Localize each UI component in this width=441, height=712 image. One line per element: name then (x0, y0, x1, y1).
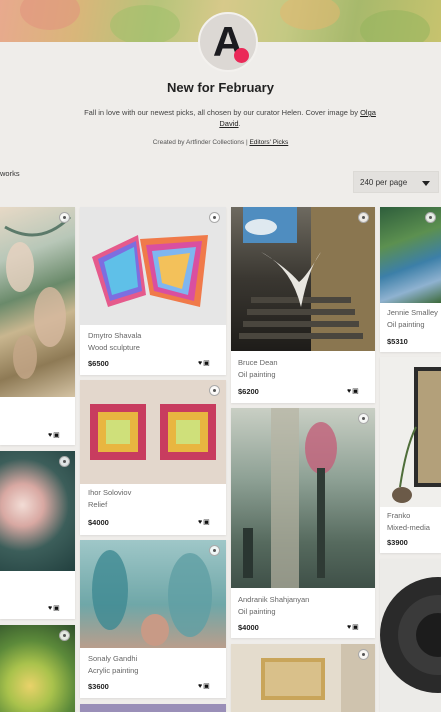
description-text: Fall in love with our newest picks, all … (84, 108, 361, 117)
artwork-card[interactable]: Dmytro Shavala Wood sculpture $6500 ♥▣ (80, 207, 226, 375)
basket-icon[interactable]: ▣ (53, 605, 61, 612)
artwork-image[interactable] (80, 704, 226, 712)
save-icon[interactable] (358, 413, 369, 424)
artwork-medium: Wood sculpture (88, 343, 140, 352)
save-icon[interactable] (59, 630, 70, 641)
per-page-value: 240 per page (360, 178, 408, 187)
card-actions: ♥▣ (48, 431, 61, 439)
artwork-image[interactable] (0, 451, 75, 571)
basket-icon[interactable]: ▣ (352, 388, 360, 395)
artwork-info: Jennie Smalley Oil painting (387, 307, 438, 331)
save-icon[interactable] (358, 212, 369, 223)
artwork-card[interactable] (0, 625, 75, 712)
logo-dot (234, 48, 249, 63)
save-icon[interactable] (209, 212, 220, 223)
save-icon[interactable] (209, 385, 220, 396)
editors-picks-link[interactable]: Editors' Picks (249, 139, 288, 146)
relief-image (90, 404, 216, 460)
mixed-media-image (392, 367, 441, 503)
artwork-info: Dmytro Shavala Wood sculpture (88, 330, 141, 354)
artwork-price: $3900 (387, 538, 408, 547)
artist-name[interactable]: Bruce Dean (238, 357, 278, 369)
artwork-price: $6200 (238, 387, 259, 396)
artwork-price: $5310 (387, 337, 408, 346)
artwork-info: Bruce Dean Oil painting (238, 357, 278, 381)
basket-icon[interactable]: ▣ (53, 432, 61, 439)
artwork-medium: Mixed-media (387, 523, 430, 532)
artwork-card[interactable] (231, 644, 375, 712)
collection-description: Fall in love with our newest picks, all … (80, 107, 380, 129)
artwork-info: Sonaly Gandhi Acrylic painting (88, 653, 138, 677)
basket-icon[interactable]: ▣ (352, 624, 360, 631)
artwork-medium: Oil painting (238, 370, 276, 379)
artwork-image[interactable] (231, 644, 375, 712)
artwork-image[interactable] (231, 207, 375, 351)
artwork-price: $6500 (88, 359, 109, 368)
artwork-info: Andranik Shahjanyan Oil painting (238, 594, 309, 618)
wood-sculpture-image (92, 235, 208, 307)
artwork-image[interactable] (80, 540, 226, 648)
works-count-label: works (0, 169, 20, 178)
artwork-card[interactable] (80, 704, 226, 712)
save-icon[interactable] (59, 212, 70, 223)
artwork-medium: Acrylic painting (88, 666, 139, 675)
artist-name[interactable]: Franko (387, 510, 430, 522)
artfinder-logo: A (198, 12, 258, 72)
artwork-card[interactable]: ♥▣ (0, 451, 75, 619)
artwork-card[interactable]: Ihor Soloviov Relief $4000 ♥▣ (80, 380, 226, 535)
artwork-price: $4000 (238, 623, 259, 632)
created-by-text: Created by Artfinder Collections | (152, 139, 250, 146)
oil-painting-stairs (239, 207, 375, 351)
artist-name[interactable]: Sonaly Gandhi (88, 653, 138, 665)
artwork-image[interactable] (80, 207, 226, 325)
artwork-medium: Relief (88, 500, 108, 509)
artwork-image[interactable] (0, 207, 75, 397)
save-icon[interactable] (209, 545, 220, 556)
room-interior-image (261, 644, 375, 712)
artist-name[interactable]: Jennie Smalley (387, 307, 438, 319)
save-icon[interactable] (59, 456, 70, 467)
artwork-image[interactable] (380, 357, 441, 507)
artwork-card[interactable]: Sonaly Gandhi Acrylic painting $3600 ♥▣ (80, 540, 226, 698)
description-end: . (238, 119, 241, 128)
page-title: New for February (167, 80, 274, 95)
save-icon[interactable] (358, 649, 369, 660)
basket-icon[interactable]: ▣ (203, 683, 211, 690)
card-actions: ♥▣ (198, 682, 211, 690)
artwork-price: $3600 (88, 682, 109, 691)
per-page-select[interactable]: 240 per page (353, 171, 439, 193)
artwork-image[interactable] (231, 408, 375, 588)
acrylic-painting-image (92, 550, 212, 646)
card-actions: ♥▣ (198, 518, 211, 526)
artwork-card[interactable]: ♥▣ (0, 207, 75, 445)
artwork-medium: Oil painting (238, 607, 276, 616)
artwork-info: Ihor Soloviov Relief (88, 487, 131, 511)
artwork-price: $4000 (88, 518, 109, 527)
artist-name[interactable]: Dmytro Shavala (88, 330, 141, 342)
artwork-card[interactable]: Andranik Shahjanyan Oil painting $4000 ♥… (231, 408, 375, 638)
artwork-image[interactable] (380, 559, 441, 712)
artwork-card[interactable]: Franko Mixed-media $3900 (380, 357, 441, 553)
card-actions: ♥▣ (347, 623, 360, 631)
basket-icon[interactable]: ▣ (203, 519, 211, 526)
artwork-info: Franko Mixed-media (387, 510, 430, 534)
artwork-card[interactable]: Bruce Dean Oil painting $6200 ♥▣ (231, 207, 375, 403)
sculpture-image (380, 577, 441, 693)
artwork-image[interactable] (80, 380, 226, 484)
card-actions: ♥▣ (198, 359, 211, 367)
chevron-down-icon (422, 181, 430, 186)
card-actions: ♥▣ (347, 387, 360, 395)
artwork-card[interactable] (380, 559, 441, 712)
basket-icon[interactable]: ▣ (203, 360, 211, 367)
save-icon[interactable] (425, 212, 436, 223)
oil-painting-figure (243, 408, 337, 588)
artist-name[interactable]: Ihor Soloviov (88, 487, 131, 499)
figures-painting (4, 215, 72, 379)
created-by: Created by Artfinder Collections | Edito… (0, 139, 441, 146)
artwork-card[interactable]: Jennie Smalley Oil painting $5310 (380, 207, 441, 352)
artwork-medium: Oil painting (387, 320, 425, 329)
artist-name[interactable]: Andranik Shahjanyan (238, 594, 309, 606)
card-actions: ♥▣ (48, 604, 61, 612)
